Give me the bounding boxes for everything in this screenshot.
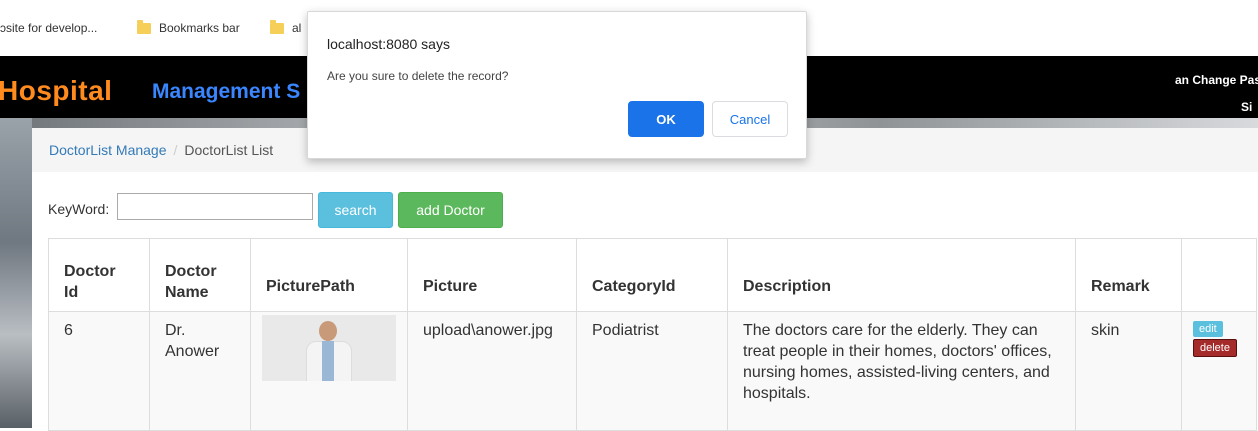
ok-button[interactable]: OK [628,101,704,137]
brand-subtitle: Management S [152,80,301,103]
keyword-input[interactable] [117,193,313,220]
cell-description: The doctors care for the elderly. They c… [727,311,1076,431]
breadcrumb-separator: / [173,142,178,158]
bookmark-item[interactable]: ɔsite for develop... [0,21,97,35]
dialog-message: Are you sure to delete the record? [327,69,509,83]
cancel-button[interactable]: Cancel [712,101,788,137]
doctor-table: Doctor Id Doctor Name PicturePath Picture … [48,238,1257,431]
breadcrumb-link[interactable]: DoctorList Manage [49,142,167,158]
column-header-description: Description [727,238,1076,312]
folder-icon [137,19,151,34]
search-button[interactable]: search [318,192,393,228]
cell-doctor-name: Dr. Anower [149,311,251,431]
breadcrumb-current: DoctorList List [184,142,274,158]
column-header-doctor-id: Doctor Id [48,238,150,312]
cell-actions: edit delete [1181,311,1257,431]
bookmark-label: Bookmarks bar [159,21,240,35]
confirm-dialog: localhost:8080 says Are you sure to dele… [307,11,807,159]
column-header-doctor-name: Doctor Name [149,238,251,312]
cell-category: Podiatrist [576,311,728,431]
table-header-row: Doctor Id Doctor Name PicturePath Picture … [48,238,1257,312]
bookmark-label: ɔsite for develop... [0,21,98,35]
column-header-remark: Remark [1075,238,1182,312]
column-header-picture-path: PicturePath [250,238,408,312]
column-header-picture: Picture [407,238,577,312]
column-header-actions [1181,238,1257,312]
column-header-category-id: CategoryId [576,238,728,312]
edit-button[interactable]: edit [1193,321,1223,337]
cell-picture: upload\anower.jpg [407,311,577,431]
keyword-label: KeyWord: [48,201,110,217]
delete-button[interactable]: delete [1193,339,1237,357]
sign-out-link[interactable]: Si [1241,100,1252,114]
bookmark-folder[interactable]: al [270,19,302,35]
bookmark-label: al [292,21,302,35]
cell-remark: skin [1075,311,1182,431]
brand-title: Hospital [0,75,113,106]
background-image [0,118,32,428]
cell-doctor-id: 6 [48,311,150,431]
change-password-link[interactable]: an Change Pas [1175,73,1258,87]
doctor-photo [262,315,396,381]
table-row: 6 Dr. Anower upload\anower.jpg Podiatrist… [48,311,1257,431]
add-doctor-button[interactable]: add Doctor [398,192,503,228]
bookmark-folder-bookmarks-bar[interactable]: Bookmarks bar [137,19,240,35]
cell-picture-path [250,311,408,431]
folder-icon [270,19,284,34]
dialog-title: localhost:8080 says [327,36,450,52]
